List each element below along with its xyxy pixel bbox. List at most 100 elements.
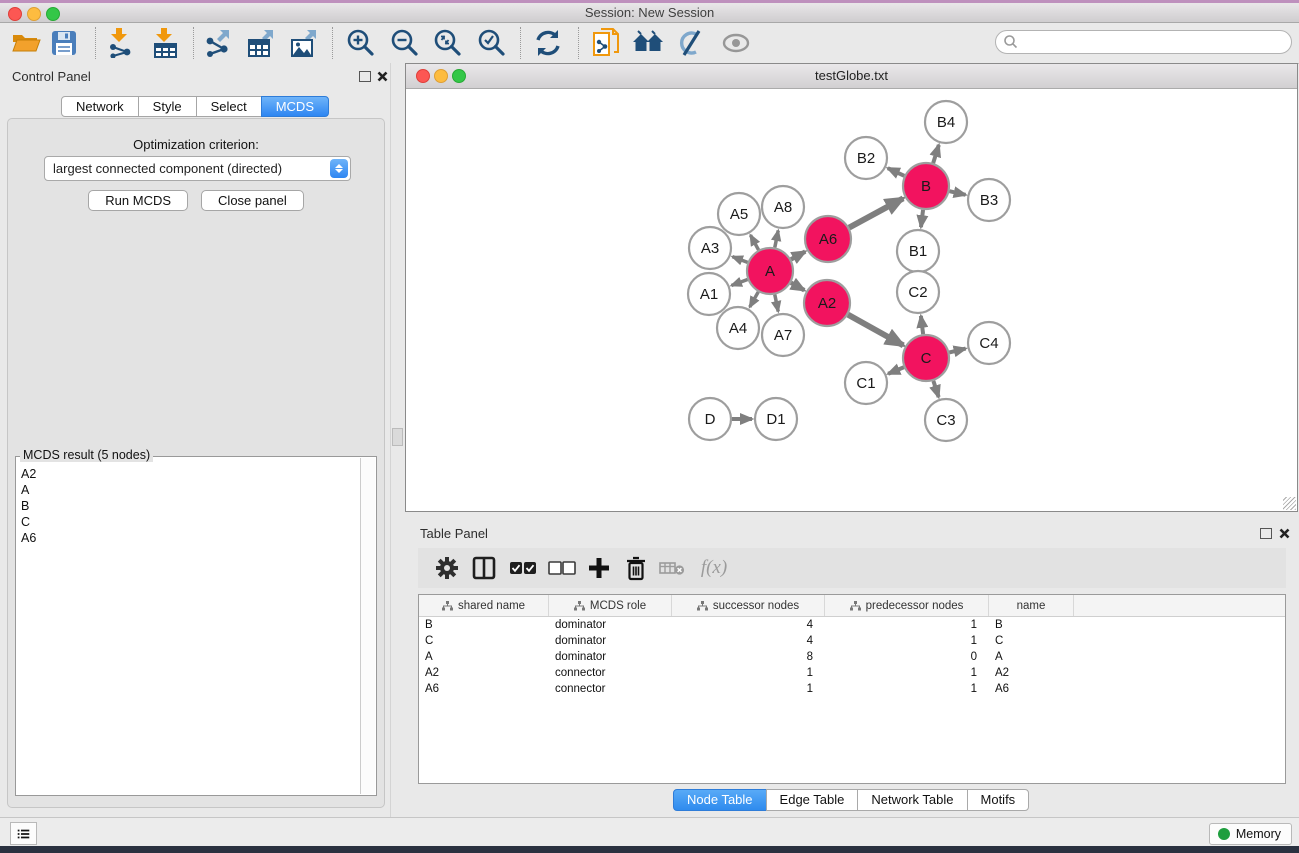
cell-shared_name: B <box>419 617 549 633</box>
cell-name: C <box>989 633 1074 649</box>
task-history-button[interactable] <box>10 822 37 845</box>
tab-node-table[interactable]: Node Table <box>673 789 767 811</box>
zoom-in-button[interactable] <box>342 25 380 61</box>
tab-mcds[interactable]: MCDS <box>261 96 329 117</box>
network-window-titlebar[interactable]: testGlobe.txt <box>406 64 1297 89</box>
criterion-dropdown[interactable]: largest connected component (directed) <box>44 156 351 181</box>
delete-column-button[interactable] <box>619 552 653 584</box>
edge-A-A8[interactable] <box>775 231 778 248</box>
edge-A-A3[interactable] <box>732 257 747 263</box>
control-panel-title: Control Panel <box>12 69 91 84</box>
search-input[interactable] <box>1019 32 1291 52</box>
column-header-mcds-role[interactable]: MCDS role <box>549 595 672 616</box>
node-table[interactable]: shared name MCDS role successor nodes <box>418 594 1286 784</box>
result-item[interactable]: B <box>17 498 361 514</box>
column-header-successor-nodes[interactable]: successor nodes <box>672 595 825 616</box>
zoom-fit-button[interactable] <box>429 25 467 61</box>
run-mcds-button[interactable]: Run MCDS <box>88 190 188 211</box>
import-table-button[interactable] <box>147 25 185 61</box>
search-field[interactable] <box>995 30 1292 54</box>
edge-A-A7[interactable] <box>775 295 778 312</box>
zoom-out-button[interactable] <box>386 25 424 61</box>
open-file-button[interactable] <box>7 25 45 61</box>
result-item[interactable]: A <box>17 482 361 498</box>
tab-network-table[interactable]: Network Table <box>857 789 967 811</box>
edge-C-C4[interactable] <box>949 349 965 353</box>
network-zoom-button[interactable] <box>452 69 466 83</box>
minimize-window-button[interactable] <box>27 7 41 21</box>
cell-shared_name: A6 <box>419 681 549 697</box>
tab-select[interactable]: Select <box>196 96 262 117</box>
show-details-button[interactable] <box>717 25 755 61</box>
result-item[interactable]: A6 <box>17 530 361 546</box>
function-builder-button[interactable]: f(x) <box>691 552 737 584</box>
status-bar: Memory <box>0 817 1299 847</box>
memory-button[interactable]: Memory <box>1209 823 1292 845</box>
zoom-selected-button[interactable] <box>473 25 511 61</box>
edge-A-A4[interactable] <box>750 292 759 307</box>
float-panel-icon[interactable] <box>359 71 371 82</box>
table-row[interactable]: Adominator80A <box>419 649 1285 665</box>
table-settings-button[interactable] <box>430 552 464 584</box>
split-divider-grip[interactable] <box>392 428 403 446</box>
select-all-button[interactable] <box>506 552 540 584</box>
tab-network[interactable]: Network <box>61 96 139 117</box>
close-panel-button[interactable]: Close panel <box>201 190 304 211</box>
trash-icon <box>624 555 648 581</box>
tab-motifs[interactable]: Motifs <box>967 789 1030 811</box>
add-column-button[interactable] <box>582 552 616 584</box>
result-item[interactable]: C <box>17 514 361 530</box>
edge-C-C1[interactable] <box>888 367 904 374</box>
edge-C-C3[interactable] <box>933 381 938 397</box>
zoom-window-button[interactable] <box>46 7 60 21</box>
home-button[interactable] <box>629 25 667 61</box>
zoom-out-icon <box>390 28 420 58</box>
fx-icon: f(x) <box>701 557 727 579</box>
table-float-icon[interactable] <box>1260 528 1272 539</box>
network-canvas[interactable]: B4B2BB3A8A5A6A3B1AC2A1A2A4A7C4CC1C3DD1 <box>406 89 1297 511</box>
close-window-button[interactable] <box>8 7 22 21</box>
column-header-predecessor-nodes[interactable]: predecessor nodes <box>825 595 989 616</box>
mcds-result-list[interactable]: A2ABCA6 <box>17 458 361 794</box>
column-header-name[interactable]: name <box>989 595 1074 616</box>
apply-layout-button[interactable] <box>529 25 567 61</box>
edge-C-C2[interactable] <box>921 316 923 334</box>
window-resize-grip[interactable] <box>1283 497 1296 510</box>
show-columns-button[interactable] <box>467 552 501 584</box>
table-close-icon[interactable] <box>1279 528 1290 539</box>
cell-name: B <box>989 617 1074 633</box>
node-label-A3: A3 <box>701 240 719 257</box>
edge-A2-C[interactable] <box>848 315 903 346</box>
edge-B-B1[interactable] <box>921 210 923 227</box>
edge-A-A2[interactable] <box>791 283 804 291</box>
edge-A-A1[interactable] <box>731 279 747 285</box>
table-row[interactable]: A6connector11A6 <box>419 681 1285 697</box>
edge-B-B2[interactable] <box>888 168 905 176</box>
network-graph[interactable]: B4B2BB3A8A5A6A3B1AC2A1A2A4A7C4CC1C3DD1 <box>406 89 1295 509</box>
export-network-button[interactable] <box>199 25 237 61</box>
network-close-button[interactable] <box>416 69 430 83</box>
table-row[interactable]: A2connector11A2 <box>419 665 1285 681</box>
export-table-button[interactable] <box>243 25 281 61</box>
save-session-button[interactable] <box>45 25 83 61</box>
edge-B-B4[interactable] <box>933 145 939 163</box>
result-scrollbar[interactable] <box>360 458 375 794</box>
result-item[interactable]: A2 <box>17 466 361 482</box>
tab-edge-table[interactable]: Edge Table <box>766 789 859 811</box>
edge-A6-B[interactable] <box>849 198 903 227</box>
network-minimize-button[interactable] <box>434 69 448 83</box>
tab-style[interactable]: Style <box>138 96 197 117</box>
edge-A-A5[interactable] <box>750 235 758 250</box>
close-panel-icon[interactable] <box>377 71 388 82</box>
delete-table-button[interactable] <box>655 552 689 584</box>
column-header-shared-name[interactable]: shared name <box>419 595 549 616</box>
select-none-button[interactable] <box>545 552 579 584</box>
table-row[interactable]: Cdominator41C <box>419 633 1285 649</box>
network-file-button[interactable] <box>587 25 625 61</box>
import-network-button[interactable] <box>102 25 140 61</box>
hide-graphics-details-button[interactable] <box>672 25 710 61</box>
edge-A-A6[interactable] <box>791 252 805 260</box>
table-row[interactable]: Bdominator41B <box>419 617 1285 633</box>
edge-B-B3[interactable] <box>949 191 965 195</box>
export-image-button[interactable] <box>286 25 324 61</box>
